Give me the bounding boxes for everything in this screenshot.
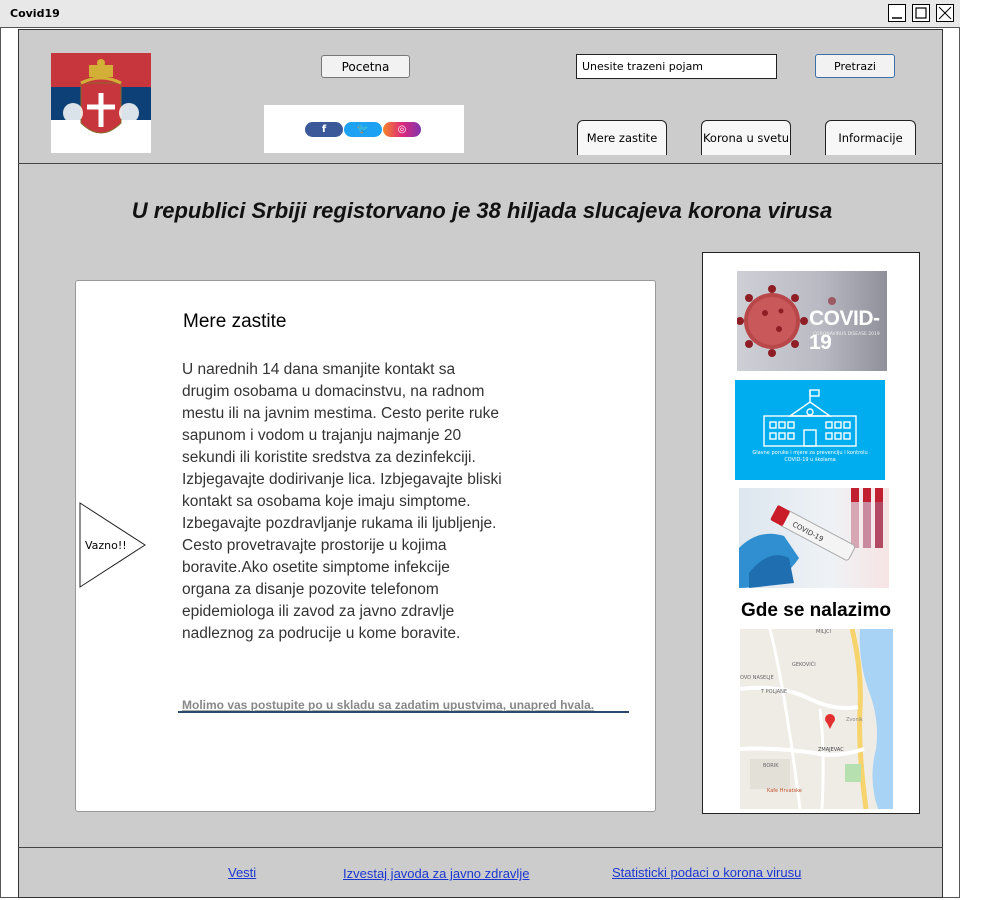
maximize-icon: [915, 7, 927, 19]
instructions-link[interactable]: Molimo vas postupite po u skladu sa zada…: [182, 698, 594, 712]
test-tube-image: COVID-19: [739, 488, 889, 588]
minimize-button[interactable]: [888, 4, 906, 22]
map-label: BORIK: [763, 763, 779, 769]
map-label: ZMAJEVAC: [818, 747, 844, 753]
location-map[interactable]: MILJCI GEKOVIĆI OVO NASELJE T POLJANE Zv…: [740, 629, 893, 809]
map-label: T POLJANE: [761, 689, 788, 695]
card-title: Mere zastite: [183, 311, 287, 332]
instagram-glyph: ◎: [397, 124, 407, 135]
map-label: Kafe Hrvatske: [767, 788, 802, 794]
header-divider: [18, 163, 943, 164]
minimize-icon: [892, 17, 902, 19]
title-bar: Covid19: [0, 0, 960, 28]
facebook-glyph: f: [321, 124, 327, 135]
tab-korona-u-svetu[interactable]: Korona u svetu: [701, 120, 791, 155]
facebook-icon[interactable]: f: [305, 122, 343, 137]
map-label: Zvonik: [846, 717, 863, 723]
footer-link-vesti[interactable]: Vesti: [228, 865, 256, 880]
close-button[interactable]: [936, 4, 954, 22]
map-label: MILJCI: [816, 629, 832, 635]
map-label: GEKOVIĆI: [792, 662, 816, 668]
covid-banner-image: COVID-19 CORONAVIRUS DISEASE 2019: [737, 271, 887, 371]
twitter-icon[interactable]: 🐦: [344, 122, 382, 137]
map-graphic: [740, 629, 893, 809]
serbia-flag-logo: [51, 53, 151, 153]
test-tube-icon: COVID-19: [739, 488, 883, 588]
footer-divider: [18, 847, 943, 848]
footer-link-statistika[interactable]: Statisticki podaci o korona virusu: [612, 865, 801, 880]
covid-banner-subtitle: CORONAVIRUS DISEASE 2019: [813, 332, 880, 337]
location-heading: Gde se nalazimo: [741, 600, 891, 621]
map-label: OVO NASELJE: [740, 675, 774, 681]
important-callout-label: Vazno!!: [85, 539, 127, 552]
tab-mere-zastite[interactable]: Mere zastite: [577, 120, 667, 155]
search-input[interactable]: [576, 54, 777, 79]
card-body-text: U narednih 14 dana smanjite kontakt sa d…: [182, 361, 502, 642]
page-headline: U republici Srbiji registorvano je 38 hi…: [131, 198, 833, 223]
home-button[interactable]: Pocetna: [321, 55, 410, 78]
twitter-glyph: 🐦: [356, 124, 370, 135]
link-underline: [178, 711, 629, 713]
school-building-icon: [763, 389, 857, 447]
school-banner-caption: Glavne poruke i mjere za prevenciju i ko…: [752, 450, 868, 463]
maximize-button[interactable]: [912, 4, 930, 22]
window-title: Covid19: [10, 7, 60, 20]
tab-informacije[interactable]: Informacije: [825, 120, 916, 155]
instagram-icon[interactable]: ◎: [383, 122, 421, 137]
social-links: f 🐦 ◎: [264, 105, 464, 153]
covid-banner-title: COVID-19: [809, 307, 880, 354]
footer-link-izvestaj[interactable]: Izvestaj javoda za javno zdravlje: [343, 866, 529, 881]
school-prevention-banner: Glavne poruke i mjere za prevenciju i ko…: [735, 380, 885, 480]
close-icon: [938, 6, 952, 20]
search-button[interactable]: Pretrazi: [815, 54, 895, 78]
